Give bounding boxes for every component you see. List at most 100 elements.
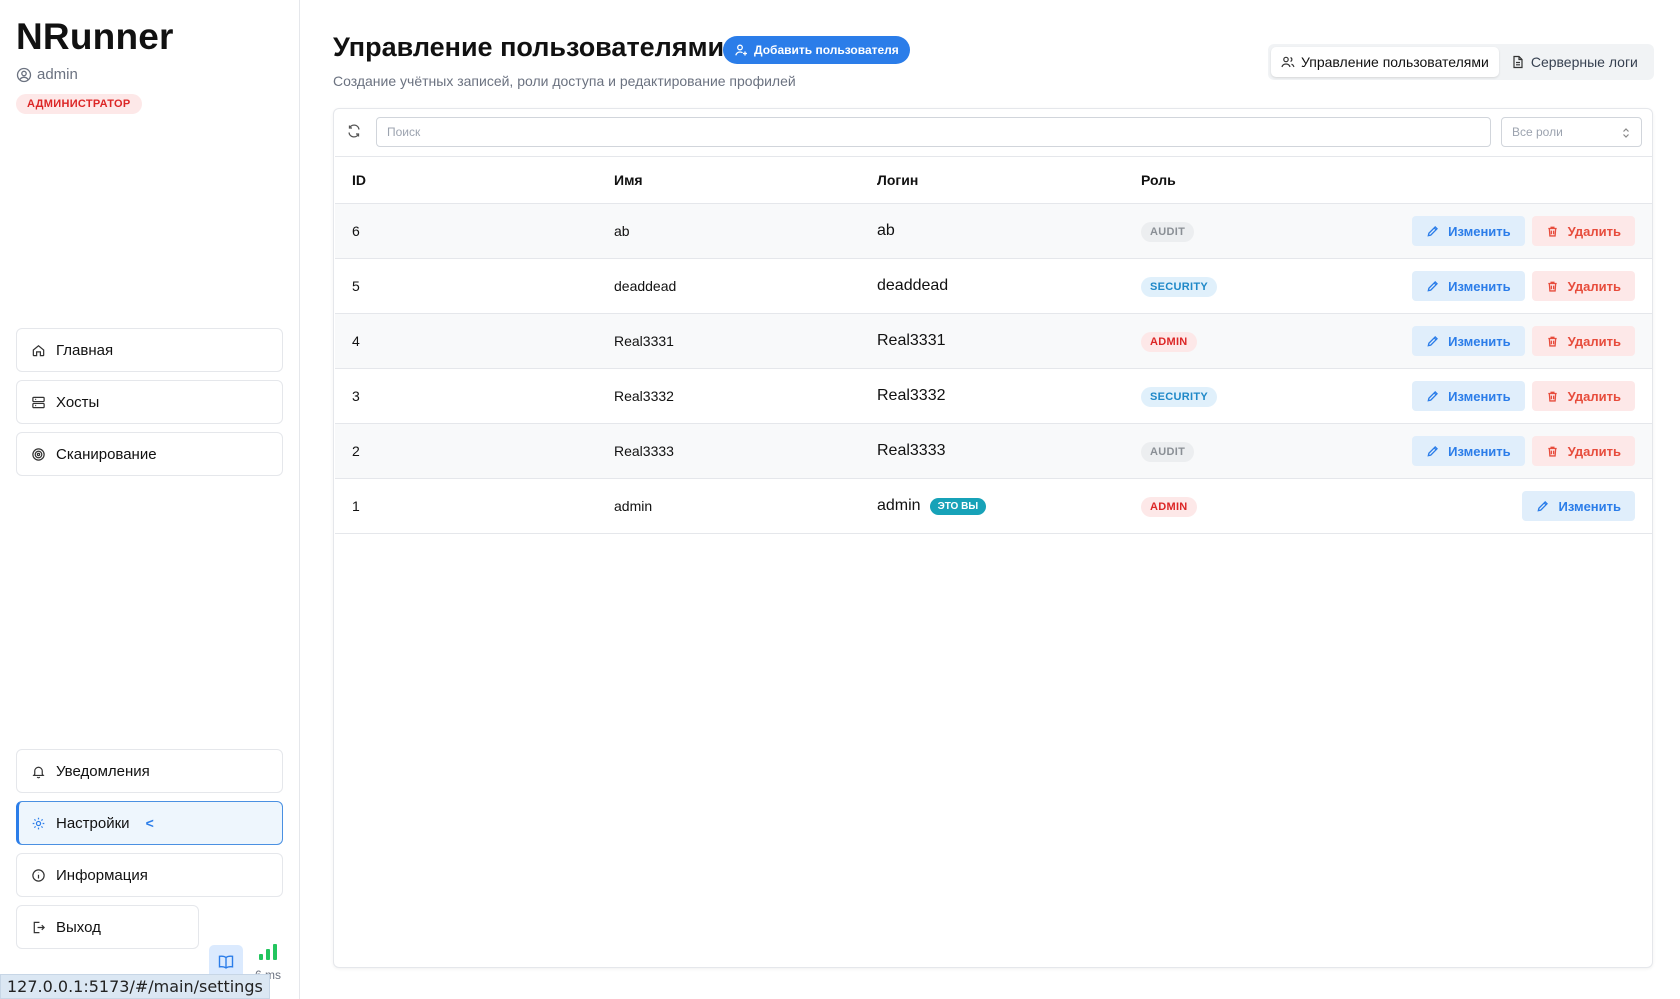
cell-name: ab [614, 223, 630, 239]
delete-label: Удалить [1567, 443, 1621, 459]
table-row: 5 deaddead deaddead SECURITY Изменить Удалить [335, 259, 1652, 314]
cell-login: ab [877, 222, 895, 240]
role-badge: SECURITY [1141, 277, 1218, 297]
delete-user-button[interactable]: Удалить [1531, 381, 1635, 411]
cell-id: 4 [352, 333, 360, 349]
cell-id: 3 [352, 388, 360, 404]
cell-id: 2 [352, 443, 360, 459]
edit-user-button[interactable]: Изменить [1412, 326, 1525, 356]
edit-user-button[interactable]: Изменить [1412, 436, 1525, 466]
role-badge: ADMIN [1141, 497, 1197, 517]
info-icon [32, 868, 45, 882]
logout-icon [33, 921, 45, 933]
role-filter-select[interactable]: Все роли [1501, 117, 1642, 147]
trash-icon [1547, 281, 1557, 292]
role-filter-value: Все роли [1512, 125, 1563, 139]
cell-login: Real3332 [877, 387, 946, 405]
login-text: Real3331 [877, 332, 946, 349]
server-icon [32, 396, 45, 408]
delete-user-button[interactable]: Удалить [1531, 436, 1635, 466]
nav-label-scanning: Сканирование [56, 445, 157, 463]
edit-label: Изменить [1558, 498, 1621, 514]
app-brand: NRunner [16, 16, 174, 57]
tab-label-server-logs: Серверные логи [1530, 54, 1638, 70]
table-header: ID Имя Логин Роль [335, 157, 1652, 204]
users-panel: Все роли ID Имя Логин Роль 6 ab ab AUDIT Изм… [333, 108, 1653, 968]
edit-label: Изменить [1448, 223, 1511, 239]
pencil-icon [1427, 445, 1439, 457]
signal-icon [259, 944, 277, 960]
cell-id: 5 [352, 278, 360, 294]
pencil-icon [1537, 500, 1549, 512]
current-user: admin [16, 66, 78, 83]
table-row: 4 Real3331 Real3331 ADMIN Изменить Удалить [335, 314, 1652, 369]
tab-user-management[interactable]: Управление пользователями [1271, 47, 1499, 77]
refresh-icon[interactable] [346, 123, 362, 139]
target-icon [32, 447, 45, 461]
edit-user-button[interactable]: Изменить [1412, 271, 1525, 301]
section-tabs: Управление пользователями Серверные логи [1268, 44, 1654, 80]
cell-name: Real3332 [614, 388, 674, 404]
pencil-icon [1427, 335, 1439, 347]
cell-id: 6 [352, 223, 360, 239]
role-badge: ADMIN [1141, 332, 1197, 352]
edit-user-button[interactable]: Изменить [1522, 491, 1635, 521]
nav-label-info: Информация [56, 866, 148, 884]
edit-user-button[interactable]: Изменить [1412, 216, 1525, 246]
nav-label-hosts: Хосты [56, 393, 100, 411]
users-icon [1281, 56, 1295, 68]
nav-item-home[interactable]: Главная [16, 328, 283, 372]
users-table: ID Имя Логин Роль 6 ab ab AUDIT Изменить Удал… [335, 156, 1652, 534]
delete-user-button[interactable]: Удалить [1531, 271, 1635, 301]
tab-label-user-management: Управление пользователями [1301, 54, 1489, 70]
cell-id: 1 [352, 498, 360, 514]
user-plus-icon [735, 44, 747, 56]
login-text: Real3332 [877, 387, 946, 404]
edit-user-button[interactable]: Изменить [1412, 381, 1525, 411]
logout-button[interactable]: Выход [16, 905, 199, 949]
delete-label: Удалить [1567, 388, 1621, 404]
username: admin [37, 66, 78, 83]
delete-user-button[interactable]: Удалить [1531, 216, 1635, 246]
delete-label: Удалить [1567, 333, 1621, 349]
home-icon [32, 344, 45, 356]
row-actions: Изменить Удалить [1412, 216, 1635, 246]
edit-label: Изменить [1448, 388, 1511, 404]
column-header-login: Логин [877, 172, 919, 188]
bell-icon [32, 766, 45, 778]
login-text: Real3333 [877, 442, 946, 459]
user-role-badge: АДМИНИСТРАТОР [16, 94, 142, 114]
login-text: deaddead [877, 277, 949, 294]
nav-item-settings[interactable]: Настройки < [16, 801, 283, 845]
chevron-updown-icon [1623, 128, 1629, 138]
delete-user-button[interactable]: Удалить [1531, 326, 1635, 356]
edit-label: Изменить [1448, 443, 1511, 459]
gear-icon [32, 817, 45, 829]
book-icon [218, 955, 234, 969]
pencil-icon [1427, 390, 1439, 402]
nav-label-notifications: Уведомления [56, 762, 150, 780]
delete-label: Удалить [1567, 278, 1621, 294]
search-input[interactable] [376, 117, 1491, 147]
row-actions: Изменить Удалить [1412, 381, 1635, 411]
row-actions: Изменить Удалить [1412, 436, 1635, 466]
tab-server-logs[interactable]: Серверные логи [1501, 47, 1648, 77]
add-user-button[interactable]: Добавить пользователя [723, 36, 910, 64]
sidebar: NRunner admin АДМИНИСТРАТОР Главная Хост… [0, 0, 300, 999]
table-row: 3 Real3332 Real3332 SECURITY Изменить Удалить [335, 369, 1652, 424]
edit-label: Изменить [1448, 333, 1511, 349]
cell-login: admin ЭТО ВЫ [877, 497, 987, 515]
nav-item-info[interactable]: Информация [16, 853, 283, 897]
role-badge: SECURITY [1141, 387, 1218, 407]
cell-login: deaddead [877, 277, 948, 295]
login-text: admin [877, 497, 921, 514]
nav-item-notifications[interactable]: Уведомления [16, 749, 283, 793]
table-row: 2 Real3333 Real3333 AUDIT Изменить Удалить [335, 424, 1652, 479]
cell-name: Real3331 [614, 333, 674, 349]
role-badge: AUDIT [1141, 222, 1195, 242]
nav-item-scanning[interactable]: Сканирование [16, 432, 283, 476]
row-actions: Изменить Удалить [1412, 271, 1635, 301]
nav-item-hosts[interactable]: Хосты [16, 380, 283, 424]
pencil-icon [1427, 225, 1439, 237]
trash-icon [1547, 336, 1557, 347]
